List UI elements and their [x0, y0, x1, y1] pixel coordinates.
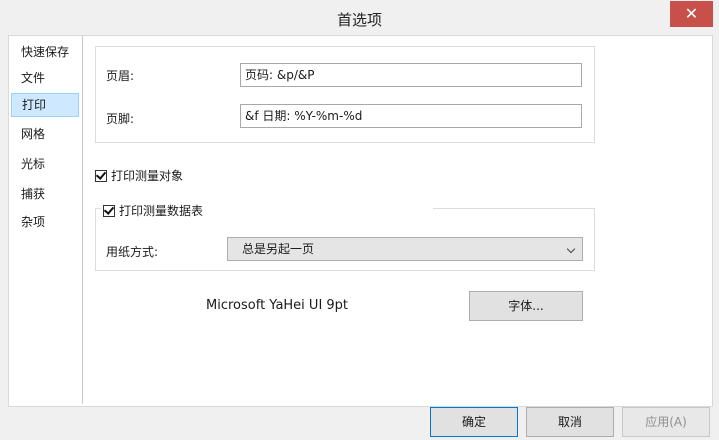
- checkbox-icon: [103, 203, 115, 217]
- checkmark-icon: [103, 203, 115, 215]
- sidebar-item-file[interactable]: 文件: [11, 66, 79, 90]
- window-title: 首选项: [336, 11, 382, 29]
- footer-label: 页脚:: [106, 112, 135, 126]
- footer-input[interactable]: &f 日期: %Y-%m-%d: [240, 104, 582, 128]
- sidebar-item-grid[interactable]: 网格: [11, 122, 79, 146]
- sidebar-item-print[interactable]: 打印: [11, 93, 79, 117]
- sidebar-item-cursor[interactable]: 光标: [11, 152, 79, 176]
- checkmark-icon: [95, 168, 107, 180]
- header-footer-group: [95, 46, 595, 143]
- paper-mode-select[interactable]: 总是另起一页: [227, 237, 583, 261]
- sidebar: 快速保存 文件 打印 网格 光标 捕获 杂项: [9, 36, 83, 404]
- header-label: 页眉:: [106, 69, 135, 83]
- sidebar-item-misc[interactable]: 杂项: [11, 210, 79, 234]
- close-button[interactable]: ✕: [670, 1, 713, 27]
- ok-button[interactable]: 确定: [430, 407, 518, 437]
- checkbox-icon: [95, 168, 107, 182]
- font-button[interactable]: 字体...: [469, 291, 583, 321]
- print-measure-table-label: 打印测量数据表: [119, 204, 204, 218]
- paper-mode-value: 总是另起一页: [242, 242, 315, 256]
- print-measure-objects-label: 打印测量对象: [111, 169, 184, 183]
- sidebar-item-capture[interactable]: 捕获: [11, 182, 79, 206]
- header-input[interactable]: 页码: &p/&P: [240, 63, 582, 87]
- current-font-label: Microsoft YaHei UI 9pt: [206, 298, 349, 313]
- print-measure-table-checkbox[interactable]: 打印测量数据表: [101, 202, 434, 219]
- chevron-down-icon: [566, 244, 576, 254]
- sidebar-item-quicksave[interactable]: 快速保存: [11, 40, 79, 64]
- print-measure-objects-checkbox[interactable]: 打印测量对象: [95, 167, 183, 184]
- close-icon: ✕: [684, 4, 699, 23]
- paper-mode-label: 用纸方式:: [106, 245, 159, 259]
- title-bar: 首选项 ✕: [0, 0, 719, 35]
- cancel-button[interactable]: 取消: [526, 407, 614, 437]
- apply-button[interactable]: 应用(A): [622, 407, 710, 437]
